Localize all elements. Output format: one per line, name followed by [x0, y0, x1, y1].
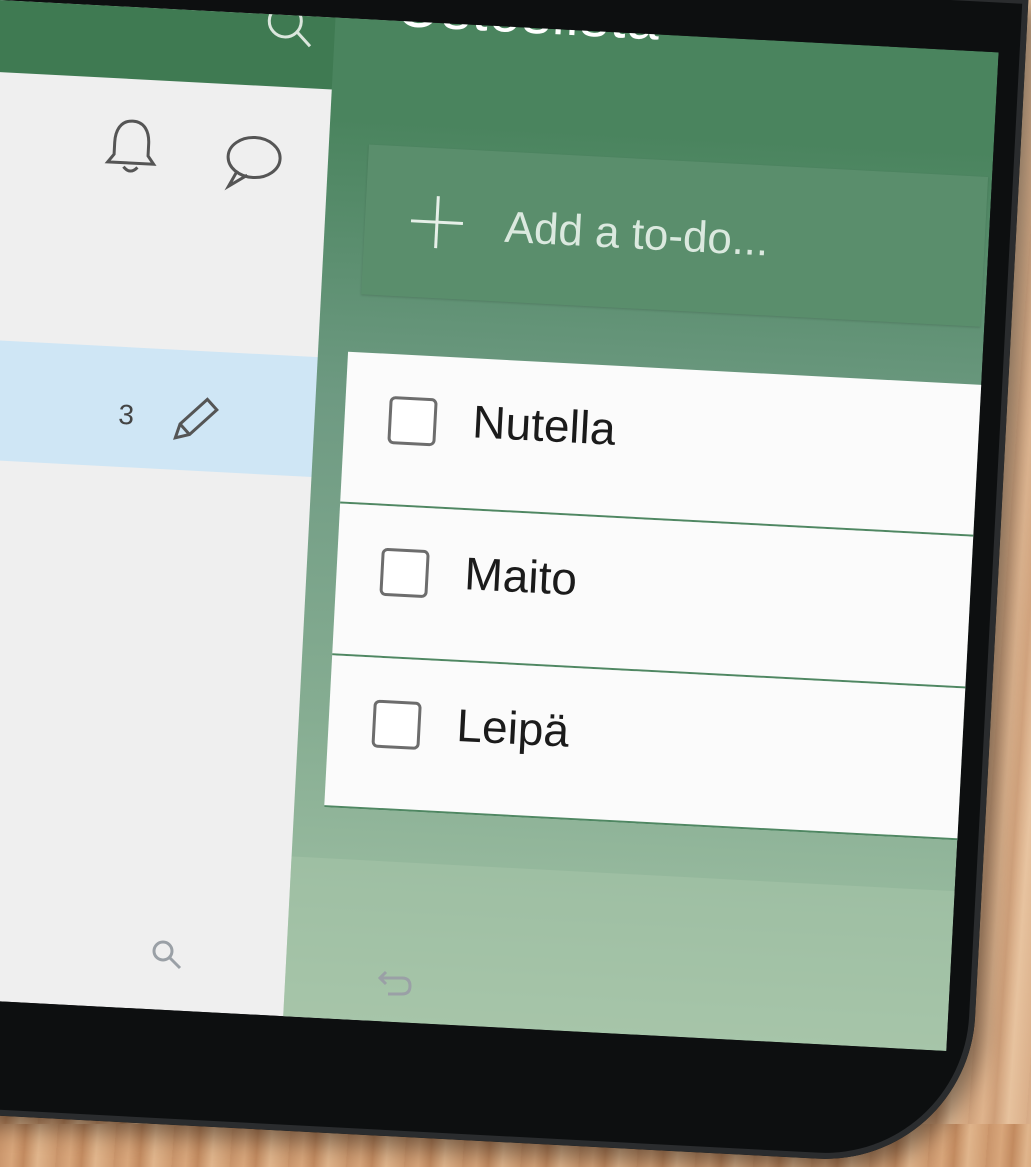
- plus-icon[interactable]: [403, 189, 471, 261]
- todo-item[interactable]: Leipä: [324, 655, 972, 841]
- add-todo-row[interactable]: [361, 144, 989, 327]
- chat-icon[interactable]: [218, 130, 286, 202]
- search-icon[interactable]: [148, 936, 188, 981]
- add-todo-input[interactable]: [501, 199, 928, 278]
- pencil-icon[interactable]: [162, 389, 225, 457]
- todo-checkbox[interactable]: [371, 699, 422, 750]
- bell-icon[interactable]: [101, 114, 163, 186]
- todo-label: Nutella: [471, 395, 617, 455]
- todo-label: Maito: [463, 547, 579, 605]
- todo-checkbox[interactable]: [387, 395, 438, 447]
- search-icon[interactable]: [265, 3, 317, 62]
- todo-label: Leipä: [455, 698, 571, 757]
- app-screen: 3 Ostoslista Nutella: [0, 0, 999, 1051]
- back-icon[interactable]: [376, 960, 416, 1005]
- list-item-count: 3: [117, 398, 135, 431]
- todo-checkbox[interactable]: [379, 547, 430, 599]
